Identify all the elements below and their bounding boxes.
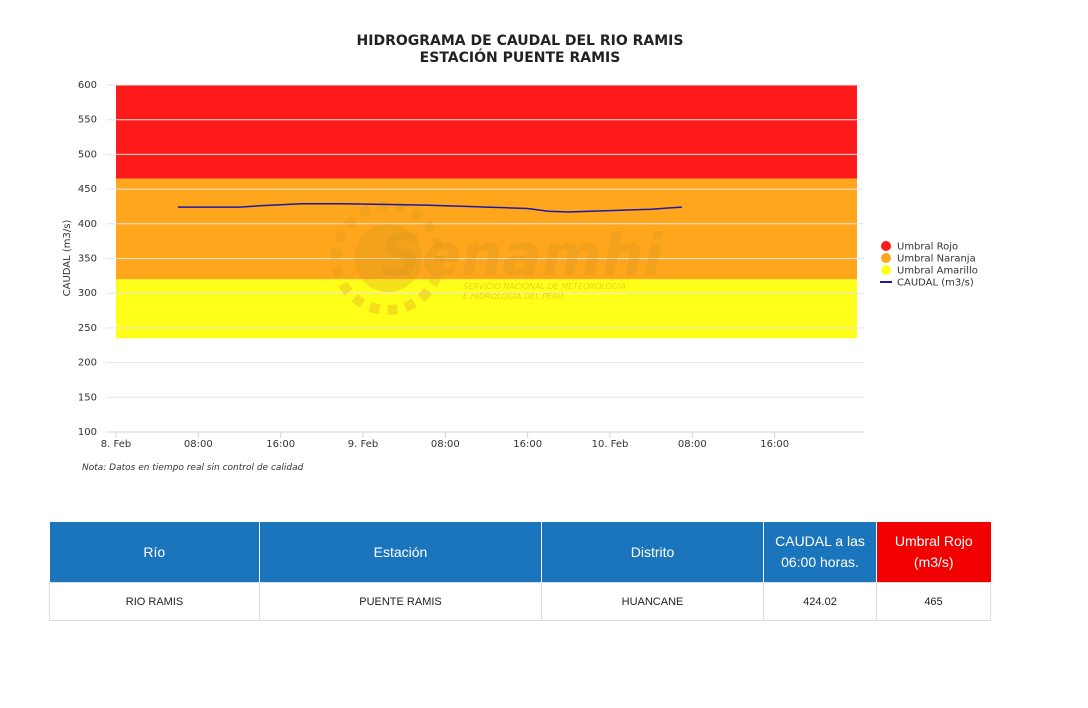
y-tick-label: 350	[78, 254, 97, 265]
y-tick-label: 550	[78, 115, 97, 126]
x-tick-label: 16:00	[266, 439, 295, 450]
y-tick-label: 600	[78, 80, 97, 91]
watermark-brand: Senamhi	[380, 221, 664, 289]
x-tick-label: 8. Feb	[101, 439, 131, 450]
cell-distrito: HUANCANE	[541, 582, 764, 621]
y-tick-label: 450	[78, 184, 97, 195]
chart-note: Nota: Datos en tiempo real sin control d…	[82, 463, 304, 473]
x-axis-ticks: 8. Feb 08:00 16:00 9. Feb 08:00 16:00 10. Feb 0…	[101, 432, 789, 450]
cell-caudal: 424.02	[763, 582, 877, 621]
legend-dot	[881, 253, 891, 263]
band-umbral-rojo	[116, 85, 857, 179]
x-tick-label: 16:00	[760, 439, 789, 450]
header-umbral-rojo: Umbral Rojo (m3/s)	[876, 522, 991, 583]
y-tick-label: 200	[78, 358, 97, 369]
legend-dot	[881, 265, 891, 275]
legend-dot	[881, 241, 891, 251]
x-tick-label: 9. Feb	[348, 439, 378, 450]
cell-umbral-rojo: 465	[876, 582, 991, 621]
chart-subtitle: ESTACIÓN PUENTE RAMIS	[420, 48, 621, 66]
x-tick-label: 16:00	[513, 439, 542, 450]
y-tick-label: 250	[78, 323, 97, 334]
legend-label: Umbral Naranja	[897, 254, 976, 265]
x-tick-label: 08:00	[431, 439, 460, 450]
y-tick-label: 500	[78, 149, 97, 160]
chart-legend: Umbral RojoUmbral NaranjaUmbral Amarillo…	[880, 241, 978, 289]
table-header-row: Río Estación Distrito CAUDAL a las 06:00…	[49, 522, 991, 583]
y-tick-label: 150	[78, 392, 97, 403]
cell-estacion: PUENTE RAMIS	[259, 582, 542, 621]
legend-label: Umbral Rojo	[897, 242, 958, 253]
header-estacion: Estación	[259, 522, 542, 583]
station-table: Río Estación Distrito CAUDAL a las 06:00…	[49, 522, 991, 621]
header-distrito: Distrito	[541, 522, 764, 583]
y-tick-label: 300	[78, 288, 97, 299]
y-axis-ticks: 100 150 200 250 300 350 400 450 500 550 600	[78, 80, 97, 438]
chart-title: HIDROGRAMA DE CAUDAL DEL RIO RAMIS	[357, 33, 684, 49]
watermark-line2: E HIDROLOGÍA DEL PERÚ	[463, 290, 564, 301]
x-tick-label: 10. Feb	[592, 439, 629, 450]
watermark-line1: SERVICIO NACIONAL DE METEOROLOGÍA	[463, 280, 626, 291]
header-caudal: CAUDAL a las 06:00 horas.	[763, 522, 877, 583]
x-tick-label: 08:00	[184, 439, 213, 450]
header-rio: Río	[49, 522, 260, 583]
legend-label: CAUDAL (m3/s)	[897, 278, 974, 289]
hydrograph-chart: HIDROGRAMA DE CAUDAL DEL RIO RAMIS ESTAC…	[62, 33, 978, 473]
cell-rio: RIO RAMIS	[49, 582, 260, 621]
y-tick-label: 100	[78, 427, 97, 438]
y-tick-label: 400	[78, 219, 97, 230]
legend-label: Umbral Amarillo	[897, 266, 978, 277]
y-axis-title: CAUDAL (m3/s)	[62, 220, 73, 297]
table-row: RIO RAMIS PUENTE RAMIS HUANCANE 424.02 4…	[49, 582, 991, 621]
x-tick-label: 08:00	[678, 439, 707, 450]
